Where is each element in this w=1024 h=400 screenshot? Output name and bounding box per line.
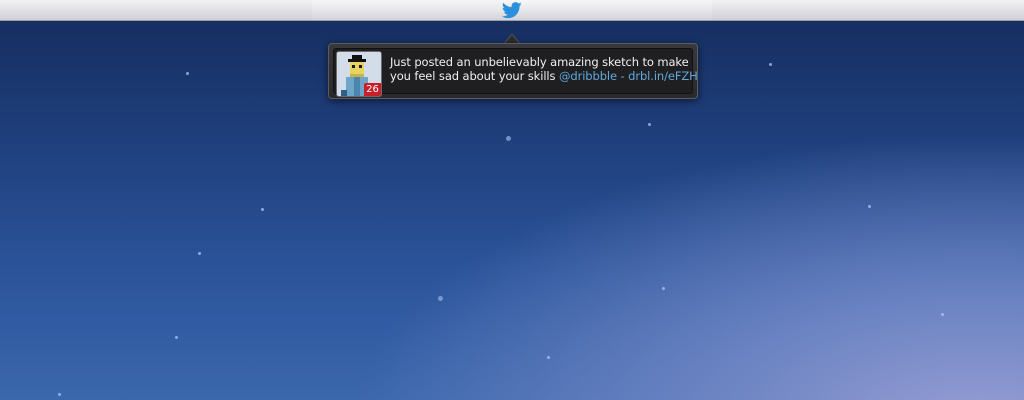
tweet-card[interactable]: 26 Just posted an unbelievably amazing s… bbox=[333, 48, 698, 97]
star bbox=[198, 252, 201, 255]
star bbox=[58, 393, 61, 396]
star bbox=[941, 313, 944, 316]
star bbox=[186, 72, 189, 75]
star bbox=[438, 296, 443, 301]
star bbox=[769, 63, 772, 66]
link-separator: - bbox=[616, 69, 629, 83]
mention-link[interactable]: @dribbble bbox=[559, 69, 617, 83]
unread-count-badge: 26 bbox=[364, 83, 381, 96]
twitter-bird-icon-glyph bbox=[501, 2, 522, 19]
star bbox=[648, 123, 651, 126]
star bbox=[547, 356, 550, 359]
avatar[interactable]: 26 bbox=[336, 51, 382, 97]
tweet-text: Just posted an unbelievably amazing sket… bbox=[390, 55, 700, 83]
twitter-bird-icon[interactable] bbox=[501, 2, 522, 19]
short-url-link[interactable]: drbl.in/eFZH bbox=[628, 69, 698, 83]
menu-bar bbox=[0, 0, 1024, 21]
star bbox=[506, 136, 511, 141]
star bbox=[175, 336, 178, 339]
star bbox=[261, 208, 264, 211]
star bbox=[868, 205, 871, 208]
tweet-notification-popover[interactable]: 26 Just posted an unbelievably amazing s… bbox=[328, 43, 698, 99]
star bbox=[662, 287, 665, 290]
